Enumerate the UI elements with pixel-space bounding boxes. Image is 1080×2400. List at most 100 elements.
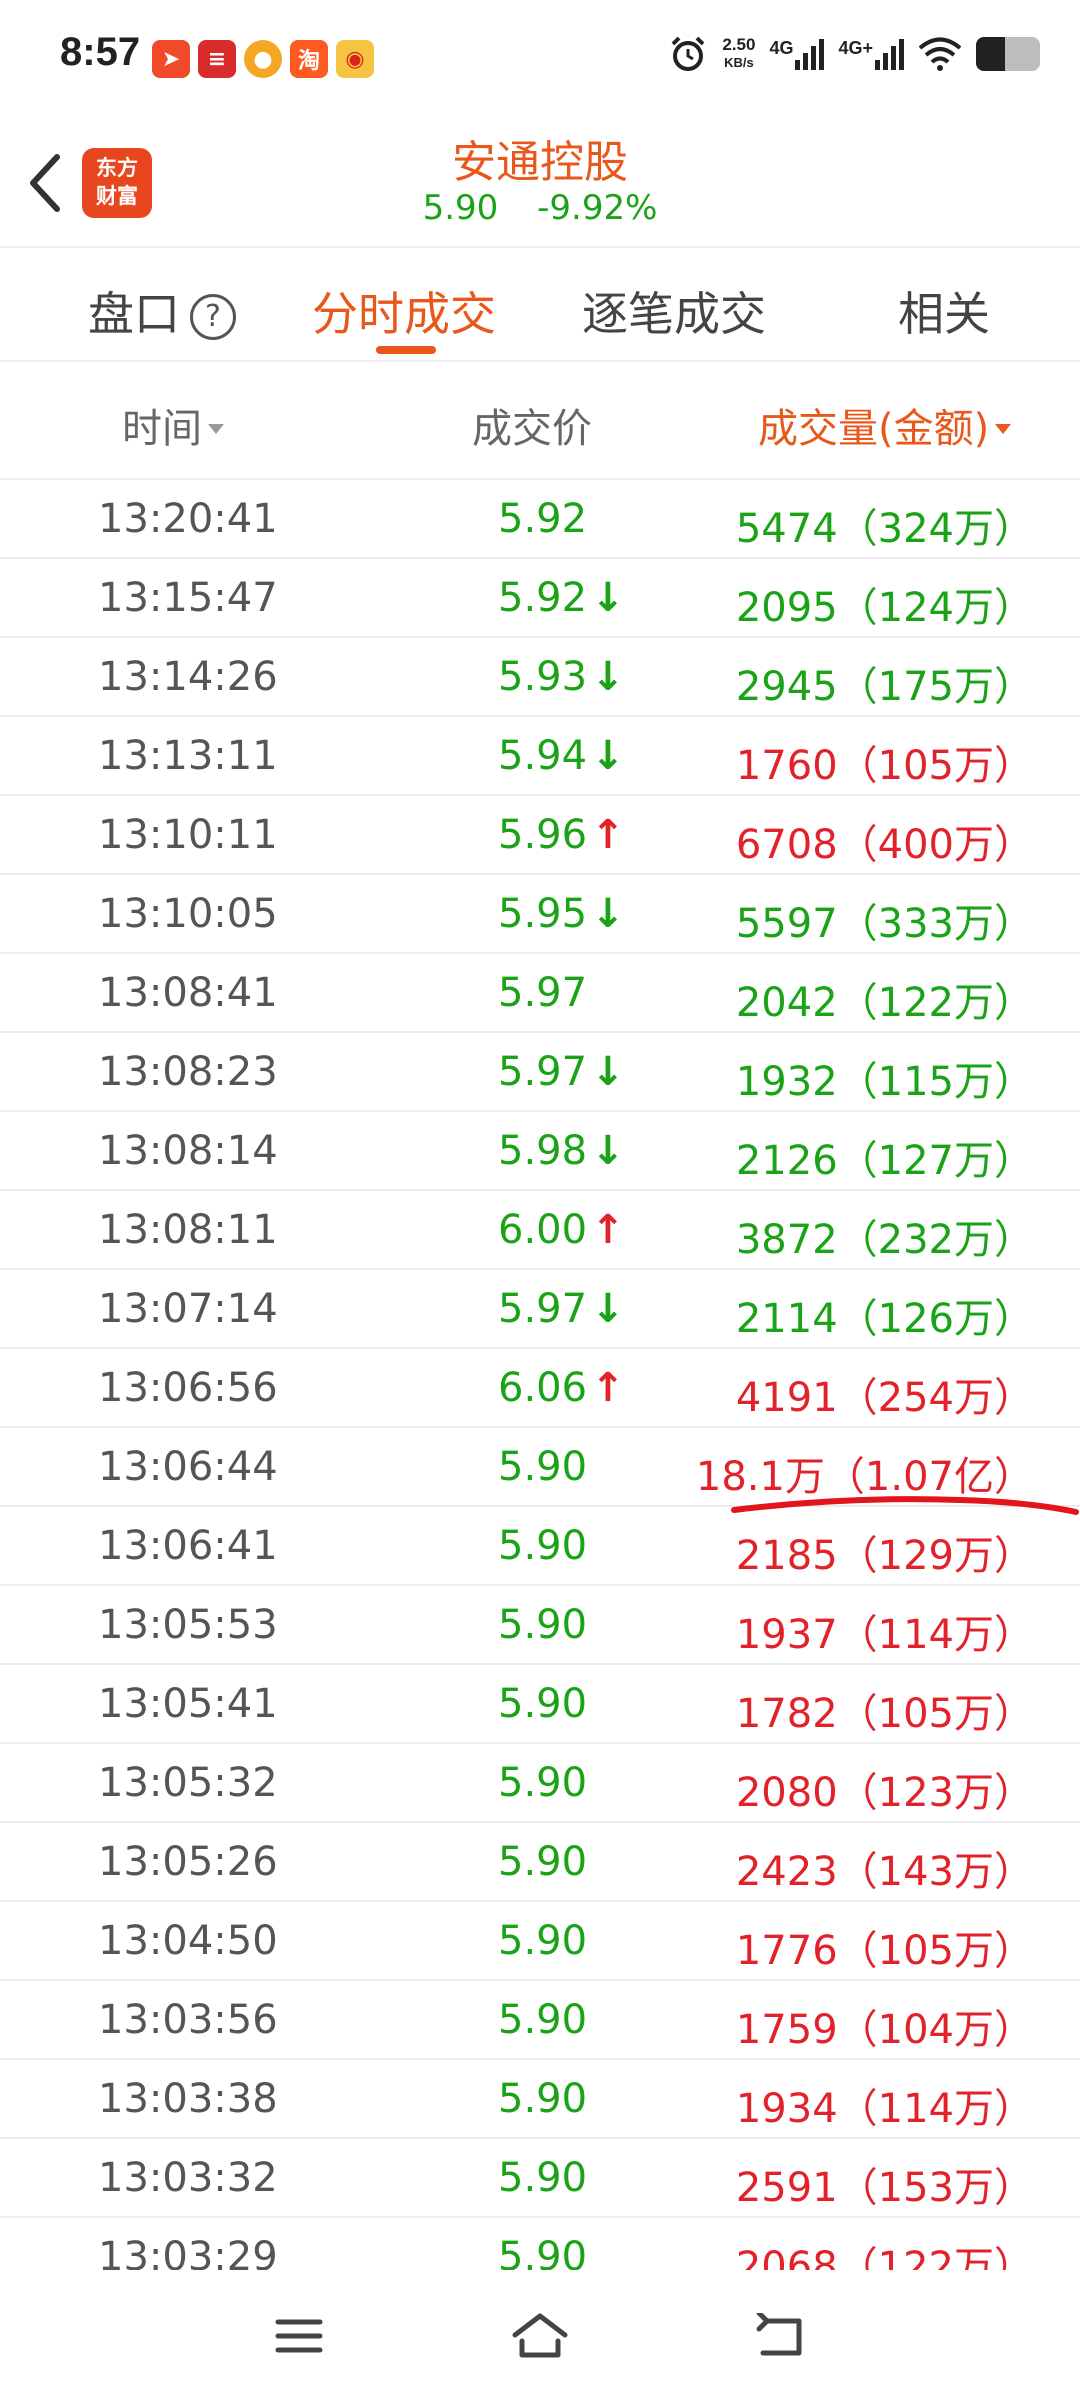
trade-row: 13:04:50 5.90 1776（105万） xyxy=(0,1902,1080,1981)
trade-time: 13:08:11 xyxy=(98,1207,278,1253)
status-bar: 8:57 ➤ ≡ ● 淘 ◉ 2.50 KB/s 4G 4G+ xyxy=(0,0,1080,118)
trade-row: 13:03:56 5.90 1759（104万） xyxy=(0,1981,1080,2060)
tab-order-book[interactable]: 盘口? xyxy=(88,278,236,344)
trade-volume: 1937（114万） xyxy=(735,1612,1034,1658)
trade-row: 13:10:11 5.96 ↑ 6708（400万） xyxy=(0,796,1080,875)
arrow-down-icon: ↓ xyxy=(591,654,625,700)
arrow-up-icon: ↑ xyxy=(591,1365,625,1411)
trade-price: 5.90 xyxy=(498,1681,587,1727)
trade-volume: 5597（333万） xyxy=(735,901,1034,947)
arrow-down-icon: ↓ xyxy=(591,891,625,937)
trade-time: 13:06:56 xyxy=(98,1365,278,1411)
arrow-down-icon: ↓ xyxy=(591,1049,625,1095)
trade-time: 13:07:14 xyxy=(98,1286,278,1332)
trade-volume: 1776（105万） xyxy=(735,1928,1034,1974)
net-speed: 2.50 KB/s xyxy=(722,35,756,71)
trade-price: 5.90 xyxy=(498,1602,587,1648)
trade-price: 5.90 xyxy=(498,1918,587,1964)
trade-time: 13:10:05 xyxy=(98,891,278,937)
trade-time: 13:05:32 xyxy=(98,1760,278,1806)
nav-back-button[interactable] xyxy=(745,2306,815,2366)
trade-volume: 4191（254万） xyxy=(735,1375,1034,1421)
trade-row: 13:06:44 5.90 18.1万（1.07亿） xyxy=(0,1428,1080,1507)
status-time: 8:57 xyxy=(60,30,141,74)
trade-price: 5.92 ↓ xyxy=(498,575,625,621)
signal-2: 4G+ xyxy=(838,38,904,70)
time-column-header[interactable]: 时间 xyxy=(122,396,224,454)
trade-price: 5.97 ↓ xyxy=(498,1049,625,1095)
trade-volume: 2114（126万） xyxy=(735,1296,1034,1342)
trade-price: 5.90 xyxy=(498,1839,587,1885)
trade-price: 5.92 xyxy=(498,496,587,542)
trade-price-value: 5.90 xyxy=(498,1602,588,1648)
trade-price: 6.00 ↑ xyxy=(498,1207,625,1253)
trade-price: 5.90 xyxy=(498,2076,587,2122)
trade-volume: 5474（324万） xyxy=(735,506,1034,552)
trade-price: 5.95 ↓ xyxy=(498,891,625,937)
trade-volume: 2080（123万） xyxy=(735,1770,1034,1816)
trade-price-value: 5.90 xyxy=(498,1444,588,1490)
trade-price-value: 5.90 xyxy=(498,2234,588,2270)
trade-time: 13:03:29 xyxy=(98,2234,278,2270)
tab-bar: 盘口? 分时成交 逐笔成交 相关 xyxy=(0,248,1080,362)
nav-home-button[interactable] xyxy=(505,2306,575,2366)
trade-volume: 2945（175万） xyxy=(735,664,1034,710)
trade-price-value: 5.90 xyxy=(498,1997,588,2043)
question-circle-icon[interactable]: ? xyxy=(190,294,236,340)
trade-price-value: 5.90 xyxy=(498,1681,588,1727)
trade-volume: 1759（104万） xyxy=(735,2007,1034,2053)
trade-row: 13:05:26 5.90 2423（143万） xyxy=(0,1823,1080,1902)
trade-price: 5.90 xyxy=(498,1997,587,2043)
trade-row: 13:03:29 5.90 2068（122万） xyxy=(0,2218,1080,2270)
arrow-down-icon: ↓ xyxy=(591,1286,625,1332)
trade-price-value: 5.98 xyxy=(498,1128,588,1174)
trade-price-value: 5.94 xyxy=(498,733,588,779)
notification-app-icon: ● xyxy=(244,40,282,78)
trade-price-value: 5.96 xyxy=(498,812,588,858)
trade-time: 13:06:41 xyxy=(98,1523,278,1569)
trade-row: 13:05:53 5.90 1937（114万） xyxy=(0,1586,1080,1665)
trade-price-value: 5.92 xyxy=(498,496,588,542)
triangle-down-icon xyxy=(208,424,224,434)
tab-related[interactable]: 相关 xyxy=(898,278,990,344)
trade-row: 13:14:26 5.93 ↓ 2945（175万） xyxy=(0,638,1080,717)
system-nav-bar xyxy=(0,2270,1080,2400)
signal-1: 4G xyxy=(769,38,825,70)
volume-column-header[interactable]: 成交量(金额) xyxy=(758,396,1012,454)
trade-price-value: 5.97 xyxy=(498,1286,588,1332)
trade-row: 13:08:11 6.00 ↑ 3872（232万） xyxy=(0,1191,1080,1270)
signal-bars-icon xyxy=(795,38,825,70)
trade-time: 13:05:53 xyxy=(98,1602,278,1648)
trade-volume: 1782（105万） xyxy=(735,1691,1034,1737)
trade-time: 13:13:11 xyxy=(98,733,278,779)
trade-volume: 2185（129万） xyxy=(735,1533,1034,1579)
trade-volume: 18.1万（1.07亿） xyxy=(695,1454,1034,1500)
trade-row: 13:03:38 5.90 1934（114万） xyxy=(0,2060,1080,2139)
trade-price-value: 5.90 xyxy=(498,1760,588,1806)
trade-price-value: 6.00 xyxy=(498,1207,588,1253)
back-arrow-icon xyxy=(756,2313,802,2356)
arrow-down-icon: ↓ xyxy=(591,575,625,621)
trade-price: 5.93 ↓ xyxy=(498,654,625,700)
trade-row: 13:06:56 6.06 ↑ 4191（254万） xyxy=(0,1349,1080,1428)
trade-time: 13:08:23 xyxy=(98,1049,278,1095)
trade-row: 13:08:23 5.97 ↓ 1932（115万） xyxy=(0,1033,1080,1112)
tab-tick-trades[interactable]: 逐笔成交 xyxy=(582,278,766,344)
trade-price: 5.94 ↓ xyxy=(498,733,625,779)
battery-icon xyxy=(976,37,1040,71)
trade-price-value: 5.90 xyxy=(498,2155,588,2201)
trade-price-value: 5.90 xyxy=(498,1839,588,1885)
triangle-down-icon xyxy=(995,424,1012,434)
trade-price: 5.96 ↑ xyxy=(498,812,625,858)
trade-list[interactable]: 13:20:41 5.92 5474（324万） 13:15:47 5.92 ↓ 2095（… xyxy=(0,480,1080,2270)
trade-price: 5.90 xyxy=(498,1523,587,1569)
notification-icons: ➤ ≡ ● 淘 ◉ xyxy=(152,40,374,78)
trade-row: 13:05:41 5.90 1782（105万） xyxy=(0,1665,1080,1744)
nav-menu-button[interactable] xyxy=(264,2306,334,2366)
trade-time: 13:20:41 xyxy=(98,496,278,542)
tab-time-trades[interactable]: 分时成交 xyxy=(312,278,496,344)
trade-price: 6.06 ↑ xyxy=(498,1365,625,1411)
trade-price-value: 5.90 xyxy=(498,1918,588,1964)
trade-time: 13:06:44 xyxy=(98,1444,278,1490)
trade-volume: 3872（232万） xyxy=(735,1217,1034,1263)
